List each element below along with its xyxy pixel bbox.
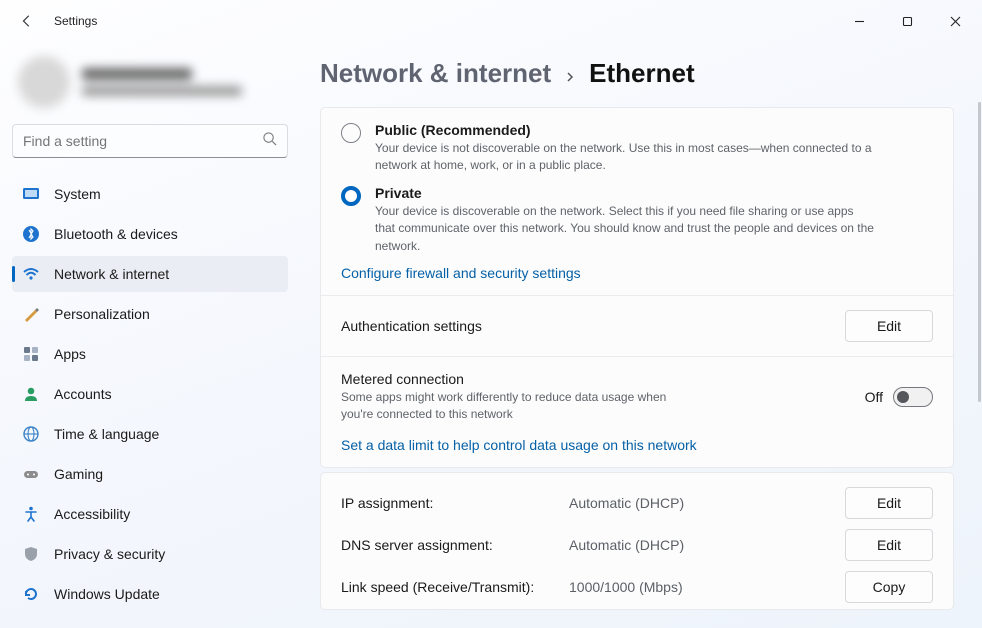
system-icon	[22, 185, 40, 203]
accessibility-icon	[22, 505, 40, 523]
option-title: Private	[375, 185, 875, 201]
minimize-button[interactable]	[844, 7, 874, 35]
breadcrumb-parent[interactable]: Network & internet	[320, 58, 551, 89]
sidebar-item-label: Personalization	[54, 306, 150, 322]
sidebar-item-bluetooth[interactable]: Bluetooth & devices	[12, 216, 288, 252]
dns-assignment-key: DNS server assignment:	[341, 537, 551, 553]
gamepad-icon	[22, 465, 40, 483]
ip-edit-button[interactable]: Edit	[845, 487, 933, 519]
user-profile[interactable]	[18, 56, 288, 108]
sidebar-item-update[interactable]: Windows Update	[12, 576, 288, 612]
chevron-right-icon	[565, 58, 575, 89]
sidebar-item-time[interactable]: Time & language	[12, 416, 288, 452]
window-controls	[844, 7, 970, 35]
back-button[interactable]	[12, 6, 42, 36]
sidebar-item-label: Gaming	[54, 466, 103, 482]
avatar	[18, 56, 70, 108]
close-button[interactable]	[940, 7, 970, 35]
sidebar-item-label: Network & internet	[54, 266, 169, 282]
page-title: Ethernet	[589, 58, 694, 89]
profile-option-private[interactable]: Private Your device is discoverable on t…	[341, 185, 933, 255]
close-icon	[950, 16, 961, 27]
profile-option-public[interactable]: Public (Recommended) Your device is not …	[341, 122, 933, 175]
update-icon	[22, 585, 40, 603]
radio-public[interactable]	[341, 123, 361, 143]
sidebar-item-label: Privacy & security	[54, 546, 165, 562]
auth-edit-button[interactable]: Edit	[845, 310, 933, 342]
sidebar: System Bluetooth & devices Network & int…	[0, 42, 300, 628]
radio-private[interactable]	[341, 186, 361, 206]
content: Network & internet Ethernet Public (Reco…	[300, 42, 982, 628]
user-info	[82, 68, 242, 96]
ip-assignment-value: Automatic (DHCP)	[569, 495, 827, 511]
scrollbar[interactable]	[978, 102, 981, 402]
sidebar-item-label: Time & language	[54, 426, 159, 442]
shield-icon	[22, 545, 40, 563]
app-title: Settings	[54, 14, 97, 28]
brush-icon	[22, 305, 40, 323]
sidebar-item-label: Accounts	[54, 386, 112, 402]
search-box[interactable]	[12, 124, 288, 158]
sidebar-item-label: Accessibility	[54, 506, 130, 522]
sidebar-item-gaming[interactable]: Gaming	[12, 456, 288, 492]
link-speed-copy-button[interactable]: Copy	[845, 571, 933, 603]
dns-assignment-value: Automatic (DHCP)	[569, 537, 827, 553]
maximize-button[interactable]	[892, 7, 922, 35]
nav-list: System Bluetooth & devices Network & int…	[12, 176, 288, 612]
metered-row: Metered connection Some apps might work …	[321, 356, 953, 467]
minimize-icon	[854, 16, 865, 27]
toggle-state-label: Off	[865, 389, 883, 405]
option-desc: Your device is discoverable on the netwo…	[375, 203, 875, 255]
search-input[interactable]	[23, 133, 262, 149]
sidebar-item-label: System	[54, 186, 101, 202]
person-icon	[22, 385, 40, 403]
wifi-icon	[22, 265, 40, 283]
sidebar-item-label: Windows Update	[54, 586, 160, 602]
globe-clock-icon	[22, 425, 40, 443]
sidebar-item-personalization[interactable]: Personalization	[12, 296, 288, 332]
search-icon	[262, 131, 277, 151]
firewall-settings-link[interactable]: Configure firewall and security settings	[341, 265, 933, 281]
data-limit-link[interactable]: Set a data limit to help control data us…	[341, 437, 933, 453]
row-title: Authentication settings	[341, 318, 482, 334]
sidebar-item-accessibility[interactable]: Accessibility	[12, 496, 288, 532]
option-title: Public (Recommended)	[375, 122, 875, 138]
sidebar-item-label: Bluetooth & devices	[54, 226, 178, 242]
apps-icon	[22, 345, 40, 363]
link-speed-value: 1000/1000 (Mbps)	[569, 579, 827, 595]
sidebar-item-accounts[interactable]: Accounts	[12, 376, 288, 412]
sidebar-item-network[interactable]: Network & internet	[12, 256, 288, 292]
auth-settings-row: Authentication settings Edit	[321, 295, 953, 356]
breadcrumb: Network & internet Ethernet	[320, 58, 954, 89]
maximize-icon	[902, 16, 913, 27]
ip-assignment-key: IP assignment:	[341, 495, 551, 511]
row-title: Metered connection	[341, 371, 701, 387]
sidebar-item-apps[interactable]: Apps	[12, 336, 288, 372]
sidebar-item-system[interactable]: System	[12, 176, 288, 212]
link-speed-key: Link speed (Receive/Transmit):	[341, 579, 551, 595]
details-panel: IP assignment: Automatic (DHCP) Edit DNS…	[320, 472, 954, 610]
sidebar-item-label: Apps	[54, 346, 86, 362]
titlebar: Settings	[0, 0, 982, 42]
bluetooth-icon	[22, 225, 40, 243]
row-desc: Some apps might work differently to redu…	[341, 389, 701, 423]
metered-toggle[interactable]	[893, 387, 933, 407]
network-profile-panel: Public (Recommended) Your device is not …	[320, 107, 954, 468]
option-desc: Your device is not discoverable on the n…	[375, 140, 875, 175]
sidebar-item-privacy[interactable]: Privacy & security	[12, 536, 288, 572]
dns-edit-button[interactable]: Edit	[845, 529, 933, 561]
